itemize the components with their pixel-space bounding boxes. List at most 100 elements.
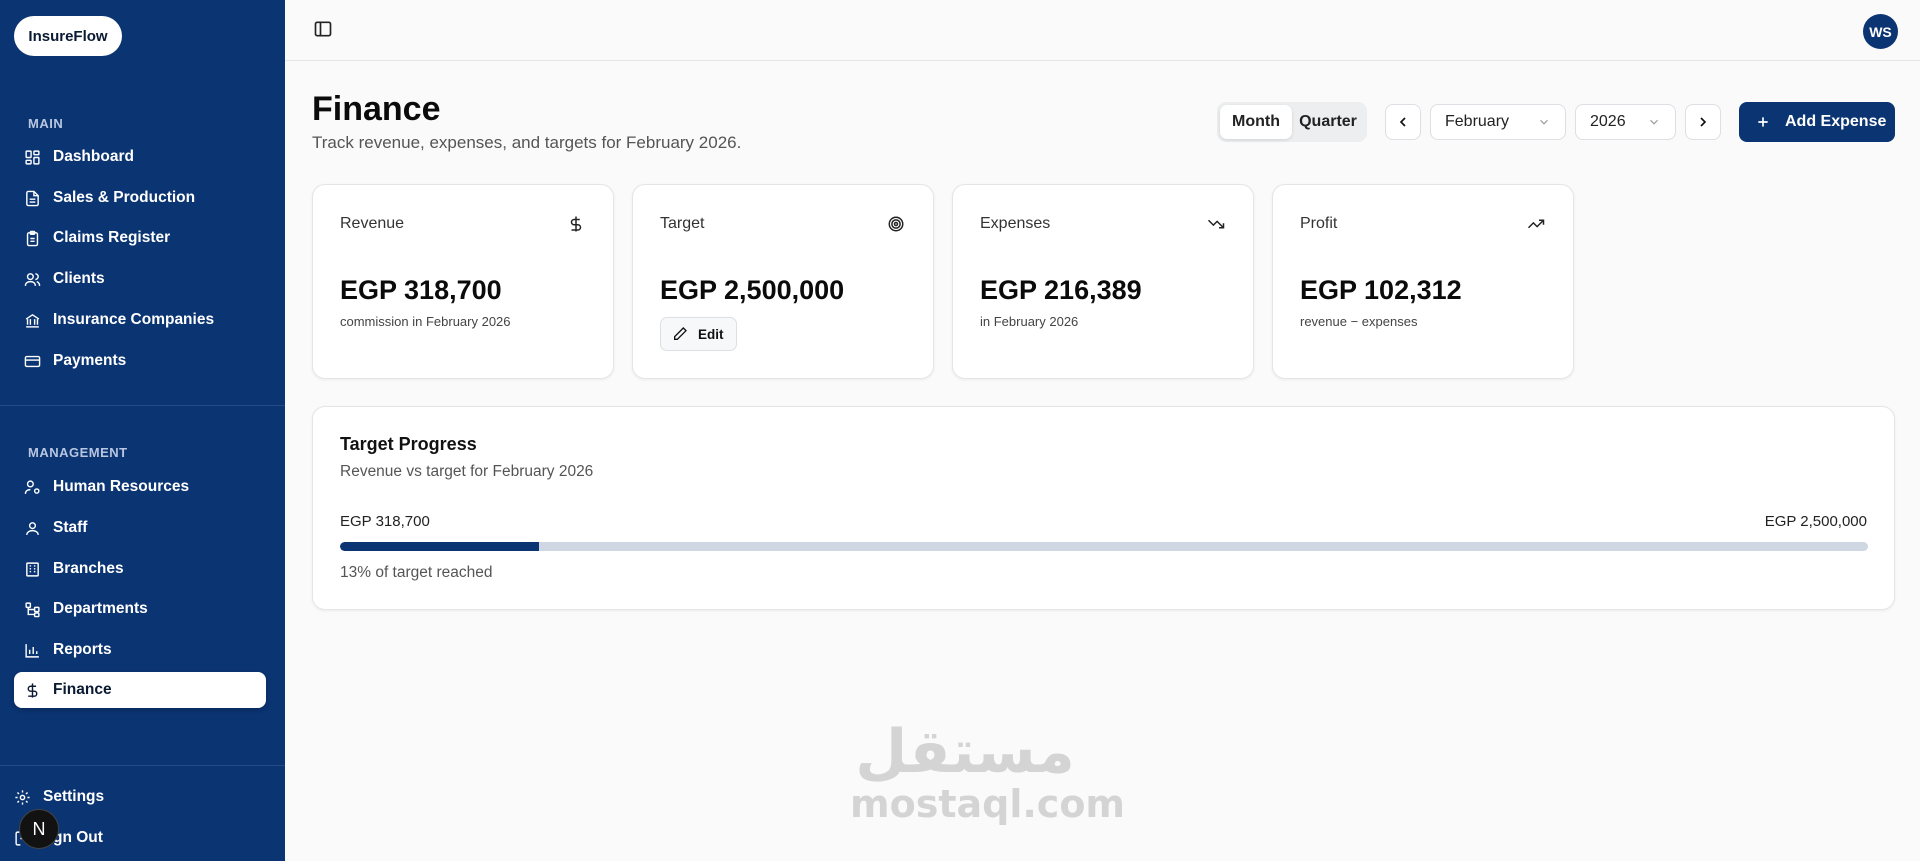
- gear-icon: [15, 789, 30, 805]
- grid-icon: [25, 149, 40, 165]
- sidebar-item-staff[interactable]: Staff: [14, 510, 266, 546]
- sidebar-item-label: Clients: [53, 270, 105, 287]
- progress-track: [340, 542, 1868, 551]
- page-title: Finance: [312, 90, 441, 128]
- sidebar-item-claims-register[interactable]: Claims Register: [14, 220, 266, 256]
- bank-icon: [25, 313, 40, 328]
- sidebar-item-label: Branches: [53, 560, 124, 577]
- watermark: مستقل mostaql.com: [850, 717, 1126, 826]
- profit-card: Profit EGP 102,312 revenue − expenses: [1272, 184, 1574, 379]
- next-period-button[interactable]: [1685, 104, 1721, 140]
- dev-tools-badge[interactable]: N: [19, 809, 59, 849]
- page-subtitle: Track revenue, expenses, and targets for…: [312, 133, 742, 152]
- sidebar-item-label: Payments: [53, 352, 127, 369]
- user-cog-icon: [24, 479, 40, 494]
- sidebar-item-sales-production[interactable]: Sales & Production: [14, 180, 266, 216]
- target-icon: [888, 216, 904, 232]
- sidebar-item-clients[interactable]: Clients: [14, 261, 266, 297]
- sidebar-item-label: Departments: [53, 600, 148, 617]
- add-expense-button[interactable]: Add Expense: [1739, 102, 1895, 142]
- top-bar: WS: [285, 0, 1920, 61]
- user-icon: [26, 521, 39, 535]
- card-subtext: commission in February 2026: [340, 314, 511, 329]
- progress-target-label: EGP 2,500,000: [1764, 513, 1867, 530]
- sidebar-item-branches[interactable]: Branches: [14, 551, 266, 587]
- main-section-label: MAIN: [28, 116, 64, 131]
- year-select[interactable]: 2026: [1575, 104, 1676, 140]
- sidebar-item-label: Settings: [43, 788, 105, 805]
- panel-title: Target Progress: [340, 434, 477, 454]
- credit-card-icon: [24, 355, 41, 367]
- sidebar-item-label: Insurance Companies: [53, 311, 215, 328]
- pencil-icon: [674, 327, 687, 340]
- sidebar-divider: [0, 405, 285, 406]
- card-value: EGP 102,312: [1300, 275, 1462, 305]
- period-toggle: Month Quarter: [1217, 102, 1367, 142]
- app-logo[interactable]: InsureFlow: [14, 16, 122, 56]
- edit-target-button[interactable]: Edit: [660, 317, 737, 351]
- revenue-card: Revenue EGP 318,700 commission in Februa…: [312, 184, 614, 379]
- progress-percent-text: 13% of target reached: [340, 564, 493, 581]
- sidebar-toggle-icon[interactable]: [313, 19, 333, 39]
- clipboard-icon: [26, 230, 39, 246]
- edit-label: Edit: [698, 326, 724, 342]
- sidebar-item-departments[interactable]: Departments: [14, 591, 266, 627]
- network-icon: [25, 601, 40, 617]
- card-subtext: revenue − expenses: [1300, 314, 1418, 329]
- card-title: Profit: [1300, 215, 1338, 232]
- sidebar-item-label: Reports: [53, 641, 112, 658]
- card-title: Expenses: [980, 215, 1051, 232]
- target-progress-panel: Target Progress Revenue vs target for Fe…: [312, 406, 1895, 610]
- period-month-option[interactable]: Month: [1220, 105, 1292, 139]
- avatar[interactable]: WS: [1863, 14, 1898, 49]
- sidebar: InsureFlow MAIN Dashboard Sales & Produc…: [0, 0, 285, 861]
- sidebar-item-label: Claims Register: [53, 229, 171, 246]
- sidebar-item-label: Sales & Production: [53, 189, 196, 206]
- sidebar-item-payments[interactable]: Payments: [14, 343, 266, 379]
- year-select-value: 2026: [1590, 113, 1626, 130]
- sidebar-item-finance[interactable]: Finance: [14, 672, 266, 708]
- prev-period-button[interactable]: [1385, 104, 1421, 140]
- sidebar-item-label: Dashboard: [53, 148, 134, 165]
- add-expense-label: Add Expense: [1785, 113, 1887, 130]
- card-title: Revenue: [340, 215, 405, 232]
- chevron-left-icon: [1399, 117, 1406, 127]
- progress-current-label: EGP 318,700: [340, 513, 430, 530]
- panel-subtitle: Revenue vs target for February 2026: [340, 463, 594, 480]
- chevron-right-icon: [1700, 117, 1707, 127]
- users-icon: [24, 272, 41, 286]
- sidebar-item-dashboard[interactable]: Dashboard: [14, 139, 266, 175]
- card-title: Target: [660, 215, 705, 232]
- chevron-down-icon: [1650, 119, 1658, 125]
- sidebar-item-label: gn Out: [53, 829, 103, 846]
- month-select[interactable]: February: [1430, 104, 1566, 140]
- watermark-latin: mostaql.com: [850, 782, 1126, 826]
- sidebar-item-insurance-companies[interactable]: Insurance Companies: [14, 302, 266, 338]
- sidebar-item-label: Human Resources: [53, 478, 190, 495]
- card-value: EGP 216,389: [980, 275, 1142, 305]
- dollar-icon: [27, 682, 38, 698]
- watermark-arabic: مستقل: [855, 717, 1075, 787]
- sidebar-item-label: Staff: [53, 519, 88, 536]
- building-icon: [26, 561, 39, 577]
- progress-fill: [340, 542, 539, 551]
- sidebar-divider: [0, 765, 285, 766]
- sidebar-item-reports[interactable]: Reports: [14, 632, 266, 668]
- sidebar-item-label: Finance: [53, 681, 112, 698]
- card-value: EGP 2,500,000: [660, 275, 845, 305]
- management-section-label: MANAGEMENT: [28, 445, 128, 460]
- sidebar-item-human-resources[interactable]: Human Resources: [14, 469, 266, 505]
- plus-icon: [1758, 117, 1768, 127]
- file-icon: [26, 190, 39, 206]
- trending-down-icon: [1207, 219, 1225, 229]
- target-card: Target EGP 2,500,000 Edit: [632, 184, 934, 379]
- trending-up-icon: [1527, 219, 1545, 229]
- period-quarter-option[interactable]: Quarter: [1292, 105, 1364, 139]
- card-value: EGP 318,700: [340, 275, 502, 305]
- month-select-value: February: [1445, 113, 1510, 130]
- bar-chart-icon: [25, 643, 39, 658]
- dollar-icon: [570, 216, 582, 232]
- chevron-down-icon: [1540, 119, 1548, 125]
- card-subtext: in February 2026: [980, 314, 1079, 329]
- expenses-card: Expenses EGP 216,389 in February 2026: [952, 184, 1254, 379]
